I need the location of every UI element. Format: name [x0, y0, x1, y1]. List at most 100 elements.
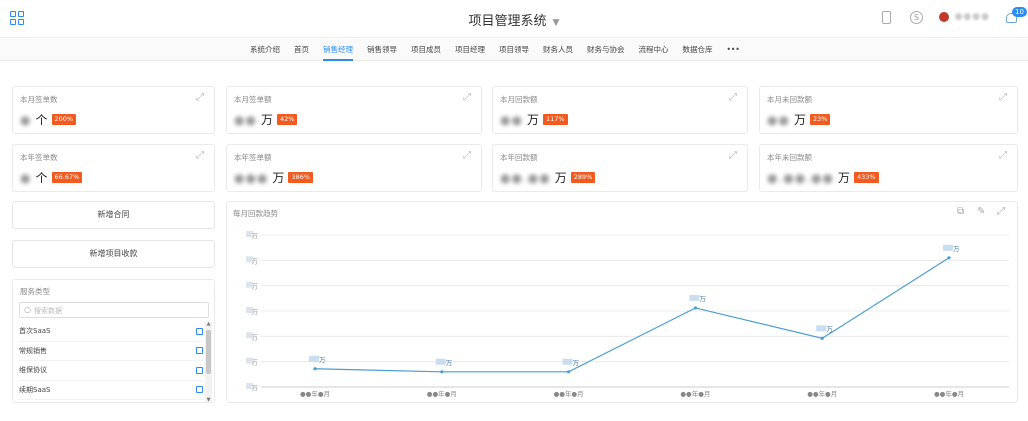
- stat-value: ●●: [767, 112, 790, 127]
- stat-label: 本月回款额: [500, 95, 538, 104]
- stat-label: 本月签单数: [20, 95, 58, 104]
- app-title[interactable]: 项目管理系统 ▼: [0, 10, 1028, 29]
- service-search-input[interactable]: ○ 搜索数据: [19, 302, 209, 318]
- bell-icon[interactable]: 10: [1004, 7, 1027, 25]
- x-tick-label: ●●年●月: [300, 389, 330, 398]
- nav-tab[interactable]: •••: [727, 39, 740, 61]
- percent-badge: 117%: [542, 114, 568, 125]
- month-stat-card: 本月回款额 ⤢ ●● 万 117%: [492, 86, 748, 134]
- percent-badge: 42%: [276, 114, 298, 125]
- data-point: [567, 370, 571, 374]
- service-item-label: 常规销售: [19, 346, 47, 355]
- x-tick-label: ●●年●月: [427, 389, 457, 398]
- data-label-blur: [689, 294, 700, 301]
- y-tick-blur: [246, 231, 253, 237]
- data-point: [440, 370, 444, 374]
- service-item-checkbox[interactable]: [196, 366, 203, 374]
- y-tick-blur: [246, 357, 253, 364]
- service-list-item[interactable]: 维保协议: [19, 361, 203, 381]
- data-point: [313, 367, 317, 371]
- stat-value: ●●.●●: [500, 170, 551, 185]
- month-stat-card: 本月未回款额 ⤢ ●● 万 23%: [759, 86, 1018, 134]
- stat-unit: 个: [35, 113, 48, 127]
- expand-icon[interactable]: ⤢: [999, 93, 1009, 103]
- expand-icon[interactable]: ⤢: [196, 151, 206, 161]
- x-tick-label: ●●年●月: [807, 389, 837, 398]
- y-tick-blur: [246, 332, 253, 339]
- nav-tab[interactable]: 销售领导: [367, 39, 397, 61]
- nav-tab[interactable]: 项目经理: [455, 39, 485, 61]
- nav-tab[interactable]: 项目领导: [499, 39, 529, 61]
- nav-tab[interactable]: 财务与协会: [587, 39, 625, 61]
- search-placeholder: 搜索数据: [34, 307, 62, 315]
- data-label: 万: [953, 245, 960, 253]
- nav-bar: 系统介绍 首页 销售经理 销售领导 项目成员 项目经理 项目领导 财务人员 财务与协会 流程中心数…: [0, 39, 1028, 61]
- scroll-up-icon[interactable]: ▲: [205, 321, 212, 327]
- scrollbar-thumb[interactable]: [206, 330, 211, 374]
- nav-tab[interactable]: 流程中心: [639, 39, 669, 61]
- top-bar: 项目管理系统 ▼ S ●●●● 10: [0, 0, 1028, 38]
- new-contract-button[interactable]: 新增合同: [12, 201, 215, 229]
- year-stat-card: 本年签单数 ⤢ ● 个 66.67%: [12, 144, 215, 192]
- service-list-item[interactable]: 续期SaaS: [19, 381, 203, 400]
- service-list-item[interactable]: 常规销售: [19, 342, 203, 361]
- service-item-checkbox[interactable]: [196, 386, 203, 394]
- nav-tab[interactable]: 销售经理: [323, 39, 353, 61]
- scrollbar[interactable]: ▲ ▼: [205, 321, 212, 403]
- stat-unit: 万: [837, 171, 850, 185]
- service-type-panel: 服务类型 ○ 搜索数据 首次SaaS 常规销售 维保协议 续期SaaS ▲ ▼: [12, 279, 215, 403]
- mobile-icon[interactable]: [879, 9, 895, 25]
- nav-tab[interactable]: 首页: [294, 39, 309, 61]
- data-label-blur: [309, 355, 319, 362]
- service-item-label: 续期SaaS: [19, 385, 51, 394]
- user-menu[interactable]: ●●●●: [938, 12, 990, 22]
- expand-icon[interactable]: ⤢: [463, 93, 473, 103]
- percent-badge: 386%: [288, 172, 314, 183]
- stat-value: ●●: [234, 112, 257, 127]
- clock-icon[interactable]: S: [909, 9, 925, 25]
- data-point: [947, 256, 951, 260]
- stat-value: ●.●●.●●: [767, 170, 834, 185]
- payment-trend-chart-card: 每月回款趋势 ⧉ ✎ ⤢ 万万万万万万万 ●●年●月 ●●年●月 ●●年●月 ●●年●月…: [226, 201, 1018, 403]
- nav-tab[interactable]: 数据仓库: [683, 39, 713, 61]
- nav-tab[interactable]: 项目成员: [411, 39, 441, 61]
- data-label: 万: [573, 359, 580, 367]
- service-item-checkbox[interactable]: [196, 347, 203, 355]
- app-title-text: 项目管理系统: [468, 14, 547, 29]
- data-label: 万: [446, 359, 453, 367]
- nav-tabs: 系统介绍 首页 销售经理 销售领导 项目成员 项目经理 项目领导 财务人员 财务与协会 流程中心数…: [250, 39, 740, 61]
- data-label-blur: [435, 358, 446, 365]
- expand-icon[interactable]: ⤢: [729, 151, 739, 161]
- year-stat-card: 本年未回款额 ⤢ ●.●●.●● 万 433%: [759, 144, 1018, 192]
- stat-unit: 万: [272, 171, 285, 185]
- stat-value: ●●●: [234, 170, 269, 185]
- y-tick-blur: [246, 307, 253, 313]
- expand-icon[interactable]: ⤢: [729, 93, 739, 103]
- y-tick-blur: [246, 256, 253, 263]
- data-label-blur: [562, 358, 573, 365]
- nav-tab[interactable]: 系统介绍: [250, 39, 280, 61]
- x-tick-label: ●●年●月: [680, 389, 710, 398]
- x-tick-label: ●●年●月: [934, 389, 964, 398]
- new-payment-button[interactable]: 新增项目收款: [12, 240, 215, 268]
- chevron-down-icon: ▼: [552, 18, 560, 28]
- search-icon: ○: [24, 305, 31, 314]
- series-line: [314, 257, 950, 373]
- expand-icon[interactable]: ⤢: [999, 151, 1009, 161]
- stat-label: 本年签单额: [234, 153, 272, 162]
- service-list-item[interactable]: 首次SaaS: [19, 322, 203, 342]
- stat-unit: 个: [35, 171, 48, 185]
- scroll-down-icon[interactable]: ▼: [205, 397, 212, 403]
- service-item-checkbox[interactable]: [196, 327, 203, 335]
- expand-icon[interactable]: ⤢: [463, 151, 473, 161]
- nav-tab[interactable]: 财务人员: [543, 39, 573, 61]
- data-label: 万: [826, 325, 833, 333]
- stat-unit: 万: [554, 171, 567, 185]
- y-tick-blur: [246, 281, 253, 288]
- x-tick-label: ●●年●月: [554, 389, 584, 398]
- avatar: [938, 12, 949, 22]
- stat-value: ●: [20, 112, 32, 127]
- service-item-label: 首次SaaS: [19, 327, 51, 336]
- year-stat-card: 本年签单额 ⤢ ●●● 万 386%: [226, 144, 482, 192]
- expand-icon[interactable]: ⤢: [196, 93, 206, 103]
